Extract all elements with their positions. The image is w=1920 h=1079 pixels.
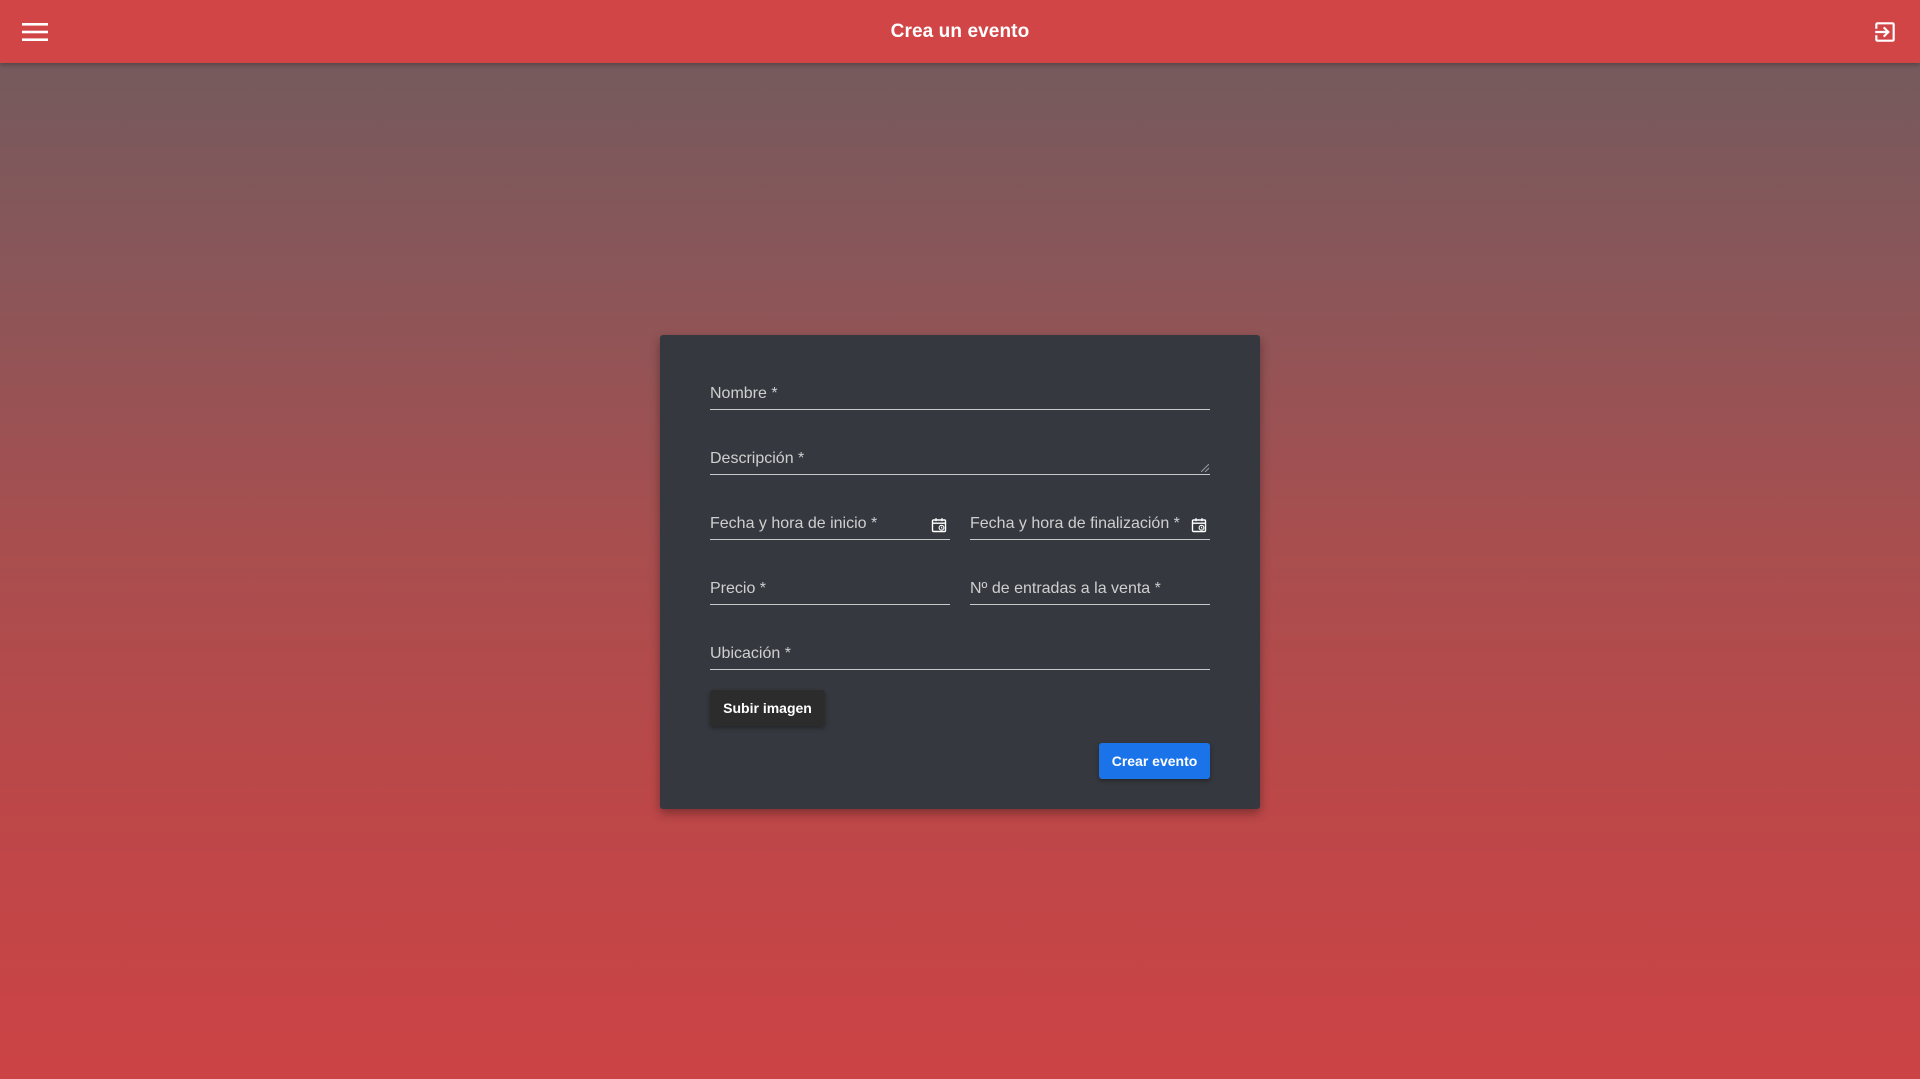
fecha-inicio-label: Fecha y hora de inicio * (710, 515, 878, 532)
resize-handle-icon[interactable] (1201, 464, 1209, 472)
descripcion-label: Descripción * (710, 450, 805, 467)
menu-icon (22, 23, 48, 41)
precio-field[interactable]: Precio * (710, 576, 950, 605)
nombre-field[interactable]: Nombre * (710, 381, 1210, 410)
entradas-label: Nº de entradas a la venta * (970, 580, 1161, 597)
calendar-icon[interactable] (1191, 517, 1207, 533)
fecha-fin-label: Fecha y hora de finalización * (970, 515, 1180, 532)
nombre-label: Nombre * (710, 385, 778, 402)
descripcion-field[interactable]: Descripción * (710, 446, 1210, 475)
entradas-field[interactable]: Nº de entradas a la venta * (970, 576, 1210, 605)
fecha-inicio-field[interactable]: Fecha y hora de inicio * (710, 511, 950, 540)
precio-label: Precio * (710, 580, 767, 597)
ubicacion-field[interactable]: Ubicación * (710, 641, 1210, 670)
logout-icon (1875, 22, 1895, 42)
upload-image-button[interactable]: Subir imagen (710, 690, 825, 726)
menu-button[interactable] (14, 12, 56, 52)
fecha-fin-field[interactable]: Fecha y hora de finalización * (970, 511, 1210, 540)
create-event-button[interactable]: Crear evento (1099, 743, 1210, 779)
logout-button[interactable] (1864, 11, 1906, 53)
app-toolbar: Crea un evento (0, 0, 1920, 63)
calendar-icon[interactable] (931, 517, 947, 533)
ubicacion-label: Ubicación * (710, 645, 791, 662)
page-title: Crea un evento (890, 20, 1030, 42)
